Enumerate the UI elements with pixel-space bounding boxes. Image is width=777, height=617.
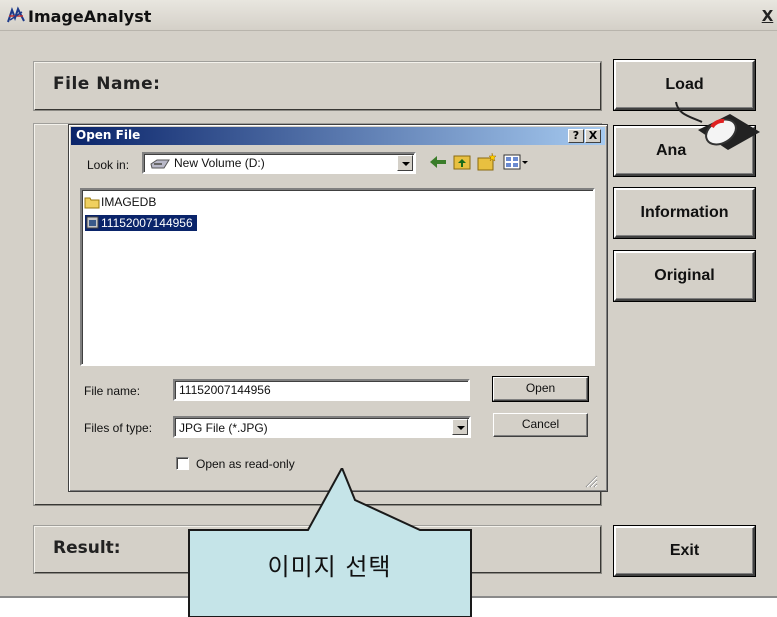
open-button[interactable]: Open: [493, 377, 588, 401]
app-title: ImageAnalyst: [28, 7, 152, 26]
dialog-titlebar[interactable]: [71, 127, 605, 145]
original-button[interactable]: Original: [614, 251, 755, 301]
chevron-down-icon[interactable]: [397, 155, 413, 171]
dialog-title: Open File: [76, 128, 141, 142]
image-file-icon: [86, 216, 99, 229]
exit-button[interactable]: Exit: [614, 526, 755, 576]
information-button[interactable]: Information: [614, 188, 755, 238]
list-item-label: IMAGEDB: [101, 195, 157, 209]
resize-grip-icon[interactable]: [584, 474, 598, 488]
up-folder-icon[interactable]: [453, 153, 471, 170]
callout-bubble: [188, 468, 472, 617]
file-type-value: JPG File (*.JPG): [179, 421, 268, 435]
folder-icon: [84, 197, 100, 209]
file-name-label: File Name:: [53, 74, 161, 94]
chevron-down-icon[interactable]: [452, 419, 468, 435]
callout-text: 이미지 선택: [267, 553, 392, 581]
back-arrow-icon[interactable]: [429, 154, 447, 170]
list-item-label: 11152007144956: [101, 216, 193, 230]
mouse-click-icon: [675, 101, 760, 150]
look-in-label: Look in:: [87, 158, 130, 172]
app-logo-icon: [7, 6, 25, 23]
dialog-close-button[interactable]: X: [585, 129, 601, 143]
file-name-field-label: File name:: [84, 384, 141, 398]
dialog-help-button[interactable]: ?: [568, 129, 584, 143]
look-in-value: New Volume (D:): [174, 156, 265, 170]
view-menu-icon[interactable]: [503, 154, 529, 170]
close-icon[interactable]: X: [758, 6, 777, 26]
new-folder-icon[interactable]: [477, 152, 497, 171]
result-label: Result:: [53, 538, 121, 558]
drive-icon: [150, 159, 170, 169]
file-name-input[interactable]: 11152007144956: [173, 379, 470, 401]
cancel-button[interactable]: Cancel: [493, 413, 588, 437]
file-type-label: Files of type:: [84, 421, 153, 435]
